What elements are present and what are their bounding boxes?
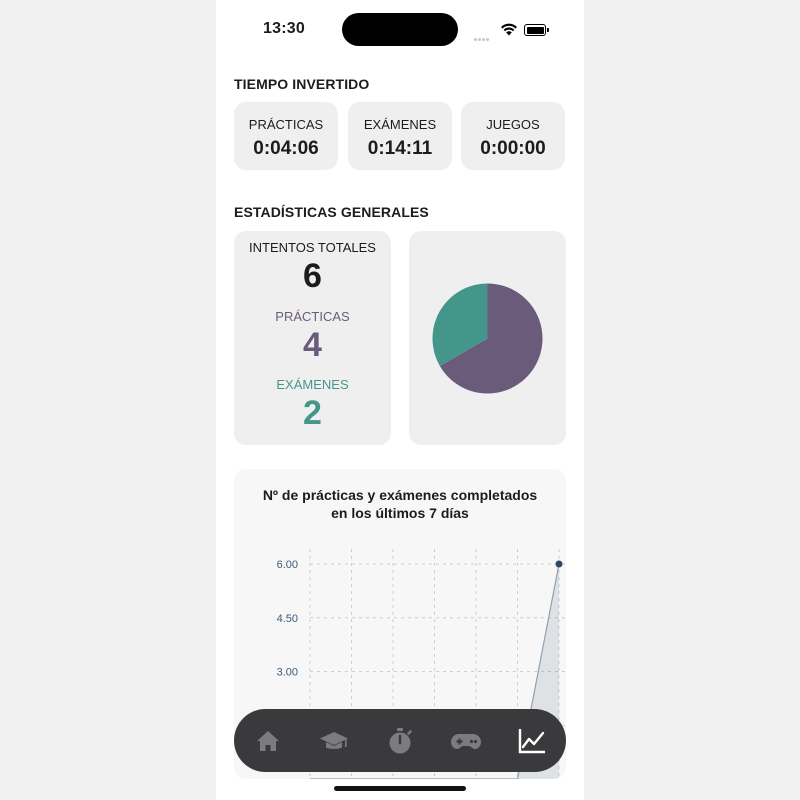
total-attempts-value: 6 <box>303 257 322 295</box>
data-point <box>555 560 563 568</box>
tab-courses[interactable] <box>318 725 350 757</box>
tab-games[interactable] <box>450 725 482 757</box>
time-section-title: TIEMPO INVERTIDO <box>234 76 370 92</box>
stats-section-title: ESTADÍSTICAS GENERALES <box>234 204 429 220</box>
exam-attempts-value: 2 <box>303 394 322 432</box>
time-card-value: 0:14:11 <box>367 138 433 159</box>
y-tick-label: 3.00 <box>277 667 298 679</box>
status-icons <box>474 22 554 41</box>
graduation-cap-icon <box>320 732 348 749</box>
chart-line-icon <box>518 729 545 754</box>
wifi-icon <box>501 23 517 36</box>
practice-attempts-value: 4 <box>303 326 322 364</box>
stopwatch-icon <box>389 728 412 754</box>
time-card-label: PRÁCTICAS <box>248 117 324 132</box>
home-indicator <box>334 786 466 791</box>
time-card-practices: PRÁCTICAS 0:04:06 <box>234 102 338 170</box>
time-card-exams: EXÁMENES 0:14:11 <box>348 102 452 170</box>
practice-attempts-label: PRÁCTICAS <box>275 309 350 324</box>
time-card-label: JUEGOS <box>486 117 540 132</box>
pie-chart <box>432 283 543 394</box>
y-tick-label: 4.50 <box>277 613 298 625</box>
time-card-games: JUEGOS 0:00:00 <box>461 102 565 170</box>
tab-home[interactable] <box>252 725 284 757</box>
time-card-value: 0:04:06 <box>253 138 319 159</box>
home-icon <box>257 731 279 751</box>
tab-bar <box>234 709 566 772</box>
tab-statistics[interactable] <box>516 725 548 757</box>
exam-attempts-label: EXÁMENES <box>276 377 349 392</box>
y-tick-label: 6.00 <box>277 559 298 571</box>
dynamic-island <box>342 13 458 46</box>
total-attempts-label: INTENTOS TOTALES <box>249 240 376 255</box>
pie-chart-card <box>409 231 566 445</box>
gamepad-icon <box>451 734 481 749</box>
time-card-label: EXÁMENES <box>363 117 437 132</box>
time-card-value: 0:00:00 <box>480 138 546 159</box>
signal-icon <box>474 28 492 41</box>
status-time: 13:30 <box>263 20 305 37</box>
battery-icon <box>524 24 549 36</box>
tab-timer[interactable] <box>384 725 416 757</box>
phone-screen: 13:30 TIEMPO INVERTIDO PRÁCTICAS 0:04:06… <box>216 0 584 800</box>
stats-card: INTENTOS TOTALES 6 PRÁCTICAS 4 EXÁMENES … <box>234 231 391 445</box>
